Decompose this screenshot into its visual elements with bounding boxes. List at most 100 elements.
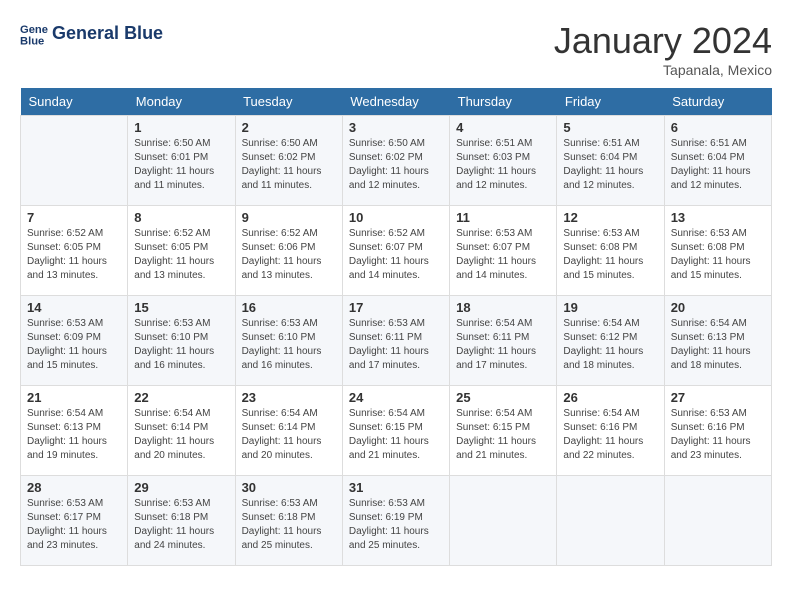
day-info: Sunrise: 6:52 AMSunset: 6:06 PMDaylight:…: [242, 227, 336, 283]
day-number: 14: [27, 300, 121, 315]
day-info: Sunrise: 6:53 AMSunset: 6:18 PMDaylight:…: [134, 497, 228, 553]
logo: General Blue General Blue: [20, 20, 163, 48]
calendar-cell: 8 Sunrise: 6:52 AMSunset: 6:05 PMDaylight…: [128, 206, 235, 296]
day-info: Sunrise: 6:52 AMSunset: 6:05 PMDaylight:…: [27, 227, 121, 283]
day-info: Sunrise: 6:53 AMSunset: 6:18 PMDaylight:…: [242, 497, 336, 553]
calendar-table: SundayMondayTuesdayWednesdayThursdayFrid…: [20, 88, 772, 566]
weekday-header: Tuesday: [235, 88, 342, 116]
day-number: 23: [242, 390, 336, 405]
day-number: 5: [563, 120, 657, 135]
day-number: 24: [349, 390, 443, 405]
day-info: Sunrise: 6:54 AMSunset: 6:14 PMDaylight:…: [242, 407, 336, 463]
calendar-cell: 9 Sunrise: 6:52 AMSunset: 6:06 PMDaylight…: [235, 206, 342, 296]
weekday-row: SundayMondayTuesdayWednesdayThursdayFrid…: [21, 88, 772, 116]
calendar-cell: 25 Sunrise: 6:54 AMSunset: 6:15 PMDayligh…: [450, 386, 557, 476]
day-number: 9: [242, 210, 336, 225]
calendar-cell: 26 Sunrise: 6:54 AMSunset: 6:16 PMDayligh…: [557, 386, 664, 476]
calendar-cell: 22Sunrise: 6:54 AMSunset: 6:14 PMDayligh…: [128, 386, 235, 476]
day-number: 8: [134, 210, 228, 225]
day-number: 25: [456, 390, 550, 405]
weekday-header: Wednesday: [342, 88, 449, 116]
day-info: Sunrise: 6:51 AMSunset: 6:03 PMDaylight:…: [456, 137, 550, 193]
calendar-cell: 30 Sunrise: 6:53 AMSunset: 6:18 PMDayligh…: [235, 476, 342, 566]
weekday-header: Thursday: [450, 88, 557, 116]
calendar-week: 21Sunrise: 6:54 AMSunset: 6:13 PMDayligh…: [21, 386, 772, 476]
day-number: 17: [349, 300, 443, 315]
day-info: Sunrise: 6:53 AMSunset: 6:08 PMDaylight:…: [671, 227, 765, 283]
calendar-cell: 29 Sunrise: 6:53 AMSunset: 6:18 PMDayligh…: [128, 476, 235, 566]
calendar-week: 1 Sunrise: 6:50 AMSunset: 6:01 PMDaylight…: [21, 116, 772, 206]
day-number: 10: [349, 210, 443, 225]
day-info: Sunrise: 6:54 AMSunset: 6:11 PMDaylight:…: [456, 317, 550, 373]
day-info: Sunrise: 6:53 AMSunset: 6:11 PMDaylight:…: [349, 317, 443, 373]
calendar-cell: [21, 116, 128, 206]
day-number: 27: [671, 390, 765, 405]
calendar-cell: 10 Sunrise: 6:52 AMSunset: 6:07 PMDayligh…: [342, 206, 449, 296]
calendar-cell: 12Sunrise: 6:53 AMSunset: 6:08 PMDayligh…: [557, 206, 664, 296]
day-number: 30: [242, 480, 336, 495]
weekday-header: Saturday: [664, 88, 771, 116]
calendar-cell: 23 Sunrise: 6:54 AMSunset: 6:14 PMDayligh…: [235, 386, 342, 476]
day-number: 15: [134, 300, 228, 315]
day-info: Sunrise: 6:54 AMSunset: 6:15 PMDaylight:…: [456, 407, 550, 463]
calendar-cell: 17 Sunrise: 6:53 AMSunset: 6:11 PMDayligh…: [342, 296, 449, 386]
day-info: Sunrise: 6:53 AMSunset: 6:19 PMDaylight:…: [349, 497, 443, 553]
day-number: 19: [563, 300, 657, 315]
day-info: Sunrise: 6:52 AMSunset: 6:05 PMDaylight:…: [134, 227, 228, 283]
day-number: 16: [242, 300, 336, 315]
calendar-cell: 31 Sunrise: 6:53 AMSunset: 6:19 PMDayligh…: [342, 476, 449, 566]
calendar-cell: 24Sunrise: 6:54 AMSunset: 6:15 PMDayligh…: [342, 386, 449, 476]
calendar-cell: 27 Sunrise: 6:53 AMSunset: 6:16 PMDayligh…: [664, 386, 771, 476]
weekday-header: Friday: [557, 88, 664, 116]
day-number: 2: [242, 120, 336, 135]
day-info: Sunrise: 6:53 AMSunset: 6:08 PMDaylight:…: [563, 227, 657, 283]
calendar-cell: 7Sunrise: 6:52 AMSunset: 6:05 PMDaylight…: [21, 206, 128, 296]
calendar-cell: 4 Sunrise: 6:51 AMSunset: 6:03 PMDaylight…: [450, 116, 557, 206]
calendar-cell: 6Sunrise: 6:51 AMSunset: 6:04 PMDaylight…: [664, 116, 771, 206]
day-info: Sunrise: 6:54 AMSunset: 6:12 PMDaylight:…: [563, 317, 657, 373]
calendar-cell: 1 Sunrise: 6:50 AMSunset: 6:01 PMDaylight…: [128, 116, 235, 206]
calendar-week: 7Sunrise: 6:52 AMSunset: 6:05 PMDaylight…: [21, 206, 772, 296]
day-info: Sunrise: 6:50 AMSunset: 6:02 PMDaylight:…: [349, 137, 443, 193]
calendar-cell: 20 Sunrise: 6:54 AMSunset: 6:13 PMDayligh…: [664, 296, 771, 386]
calendar-cell: 28 Sunrise: 6:53 AMSunset: 6:17 PMDayligh…: [21, 476, 128, 566]
day-number: 22: [134, 390, 228, 405]
day-info: Sunrise: 6:54 AMSunset: 6:16 PMDaylight:…: [563, 407, 657, 463]
calendar-cell: 13 Sunrise: 6:53 AMSunset: 6:08 PMDayligh…: [664, 206, 771, 296]
day-number: 20: [671, 300, 765, 315]
day-number: 31: [349, 480, 443, 495]
calendar-week: 14 Sunrise: 6:53 AMSunset: 6:09 PMDayligh…: [21, 296, 772, 386]
day-info: Sunrise: 6:53 AMSunset: 6:17 PMDaylight:…: [27, 497, 121, 553]
day-info: Sunrise: 6:51 AMSunset: 6:04 PMDaylight:…: [671, 137, 765, 193]
day-number: 26: [563, 390, 657, 405]
logo-icon: General Blue: [20, 20, 48, 48]
day-number: 1: [134, 120, 228, 135]
calendar-cell: 3Sunrise: 6:50 AMSunset: 6:02 PMDaylight…: [342, 116, 449, 206]
day-info: Sunrise: 6:50 AMSunset: 6:01 PMDaylight:…: [134, 137, 228, 193]
weekday-header: Sunday: [21, 88, 128, 116]
day-info: Sunrise: 6:53 AMSunset: 6:09 PMDaylight:…: [27, 317, 121, 373]
day-info: Sunrise: 6:54 AMSunset: 6:13 PMDaylight:…: [27, 407, 121, 463]
calendar-cell: 5Sunrise: 6:51 AMSunset: 6:04 PMDaylight…: [557, 116, 664, 206]
day-info: Sunrise: 6:53 AMSunset: 6:10 PMDaylight:…: [242, 317, 336, 373]
calendar-cell: 21Sunrise: 6:54 AMSunset: 6:13 PMDayligh…: [21, 386, 128, 476]
day-info: Sunrise: 6:53 AMSunset: 6:07 PMDaylight:…: [456, 227, 550, 283]
day-info: Sunrise: 6:54 AMSunset: 6:13 PMDaylight:…: [671, 317, 765, 373]
calendar-cell: 11 Sunrise: 6:53 AMSunset: 6:07 PMDayligh…: [450, 206, 557, 296]
day-number: 4: [456, 120, 550, 135]
day-number: 13: [671, 210, 765, 225]
calendar-cell: 15 Sunrise: 6:53 AMSunset: 6:10 PMDayligh…: [128, 296, 235, 386]
day-number: 11: [456, 210, 550, 225]
calendar-cell: 2Sunrise: 6:50 AMSunset: 6:02 PMDaylight…: [235, 116, 342, 206]
day-info: Sunrise: 6:53 AMSunset: 6:10 PMDaylight:…: [134, 317, 228, 373]
day-info: Sunrise: 6:52 AMSunset: 6:07 PMDaylight:…: [349, 227, 443, 283]
weekday-header: Monday: [128, 88, 235, 116]
location: Tapanala, Mexico: [554, 62, 772, 78]
day-info: Sunrise: 6:53 AMSunset: 6:16 PMDaylight:…: [671, 407, 765, 463]
svg-text:General: General: [20, 24, 48, 36]
calendar-cell: 19 Sunrise: 6:54 AMSunset: 6:12 PMDayligh…: [557, 296, 664, 386]
day-number: 29: [134, 480, 228, 495]
svg-text:Blue: Blue: [20, 35, 44, 47]
calendar-cell: 18Sunrise: 6:54 AMSunset: 6:11 PMDayligh…: [450, 296, 557, 386]
day-number: 28: [27, 480, 121, 495]
